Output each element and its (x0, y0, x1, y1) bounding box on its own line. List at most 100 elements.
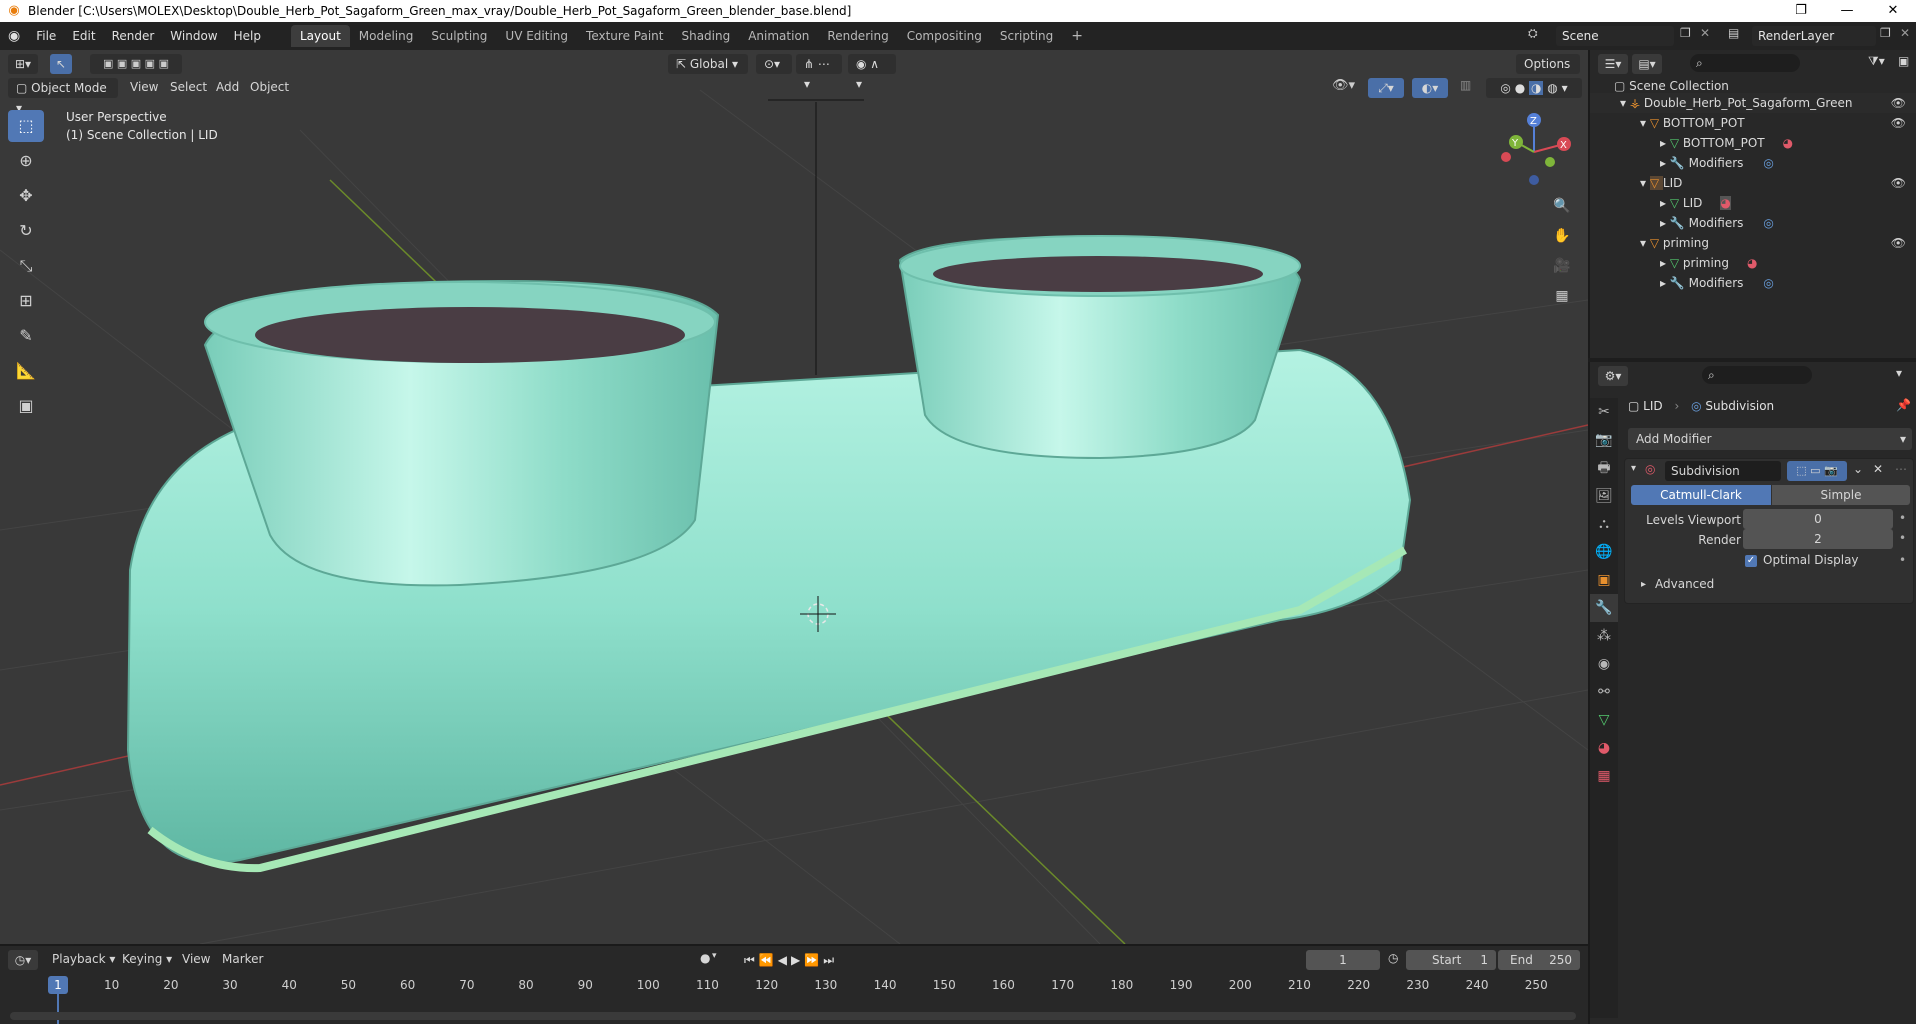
timeline-menu-playback[interactable]: Playback ▾ (52, 952, 115, 966)
simple-button[interactable]: Simple (1772, 485, 1910, 505)
add-workspace-button[interactable]: + (1062, 25, 1092, 47)
add-modifier-dropdown[interactable]: Add Modifier ▾ (1628, 428, 1912, 450)
outliner-item-lid-mesh[interactable]: ▸ ▽ LID ◕ (1590, 193, 1916, 213)
chevron-down-icon[interactable]: ⌄ (1853, 462, 1863, 476)
keyframe-dot-icon[interactable]: • (1899, 531, 1906, 545)
outliner-item-lid[interactable]: ▾ ▽ LID 👁 (1590, 173, 1916, 193)
new-layer-icon[interactable]: ❐ (1880, 26, 1891, 40)
timeline-editor-icon[interactable]: ◷▾ (8, 950, 38, 970)
move-tool-icon[interactable]: ✥ (8, 180, 44, 212)
measure-tool-icon[interactable]: 📐 (8, 355, 44, 387)
outliner-item-bottom-pot-mesh[interactable]: ▸ ▽ BOTTOM_POT ◕ (1590, 133, 1916, 153)
subdivision-icon[interactable]: ◎ (1763, 156, 1773, 170)
selection-mode-icons[interactable]: ▣ ▣ ▣ ▣ ▣ (90, 54, 182, 74)
timeline-menu-marker[interactable]: Marker (222, 952, 263, 966)
scale-tool-icon[interactable]: ⤡ (8, 250, 44, 282)
current-frame-field[interactable]: 1 (1306, 950, 1380, 970)
modifier-name-input[interactable]: Subdivision (1665, 461, 1781, 481)
frame-marker[interactable]: 1 (48, 976, 68, 994)
eye-icon[interactable]: 👁 (1891, 93, 1906, 113)
3d-viewport[interactable]: ⊞▾ ↖ ▣ ▣ ▣ ▣ ▣ ⇱ Global ▾ ⊙▾ ⋔ ⋯▾ ◉ ∧ ▾ … (0, 50, 1588, 944)
overlay-toggle-icon[interactable]: ◐▾ (1412, 78, 1448, 98)
next-key-icon[interactable]: ⏩ (804, 953, 823, 967)
start-frame-field[interactable]: Start 1 (1406, 950, 1496, 970)
timeline-menu-view[interactable]: View (182, 952, 210, 966)
viewport-menu-view[interactable]: View (130, 80, 158, 94)
outliner-editor-icon[interactable]: ☰▾ (1598, 54, 1628, 74)
subdivision-icon[interactable]: ◎ (1763, 276, 1773, 290)
drag-handle-icon[interactable]: ⋯ (1895, 462, 1907, 476)
render-layer-field[interactable]: RenderLayer (1752, 26, 1876, 46)
record-icon[interactable]: ● (700, 951, 710, 965)
menu-window[interactable]: Window (162, 22, 225, 50)
outliner-item-priming[interactable]: ▾ ▽ priming 👁 (1590, 233, 1916, 253)
tab-modeling[interactable]: Modeling (350, 25, 423, 47)
eye-icon[interactable]: 👁 (1891, 173, 1906, 193)
tab-animation[interactable]: Animation (739, 25, 818, 47)
outliner-item-modifiers[interactable]: ▸ 🔧 Modifiers ◎ (1590, 213, 1916, 233)
chevron-down-icon[interactable]: ▾ (712, 951, 717, 961)
maximize-button[interactable]: ❐ (1778, 0, 1824, 22)
advanced-section[interactable]: Advanced (1655, 577, 1714, 591)
viewport-menu-object[interactable]: Object (250, 80, 289, 94)
xray-icon[interactable]: ▥ (1460, 78, 1471, 92)
render-levels-field[interactable]: 2 (1743, 529, 1893, 549)
material-icon[interactable]: ◕ (1783, 136, 1793, 150)
menu-edit[interactable]: Edit (64, 22, 103, 50)
options-dropdown[interactable]: Options ▾ (1516, 54, 1580, 91)
scene-field[interactable]: Scene (1556, 26, 1674, 46)
constraints-tab-icon[interactable]: ⚯ (1590, 678, 1618, 706)
play-reverse-icon[interactable]: ◀ (778, 953, 791, 967)
gizmo-toggle-icon[interactable]: ⤢▾ (1368, 78, 1404, 98)
play-icon[interactable]: ▶ (791, 953, 804, 967)
outliner-item-collection[interactable]: ▾ ⚶ Double_Herb_Pot_Sagaform_Green 👁 (1590, 93, 1916, 113)
filter-icon[interactable]: ⧩▾ (1868, 54, 1885, 69)
rotate-tool-icon[interactable]: ↻ (8, 215, 44, 247)
menu-file[interactable]: File (28, 22, 64, 50)
subdivision-icon[interactable]: ◎ (1763, 216, 1773, 230)
render-tab-icon[interactable]: 📷 (1590, 426, 1618, 454)
display-mode-icon[interactable]: ▤▾ (1632, 54, 1662, 74)
keyframe-dot-icon[interactable]: • (1899, 511, 1906, 525)
proportional-edit-icon[interactable]: ◉ ∧ ▾ (848, 54, 896, 91)
timeline-scrollbar[interactable] (10, 1012, 1576, 1020)
optimal-display-checkbox[interactable]: ✓ (1745, 555, 1757, 567)
material-icon[interactable]: ◕ (1747, 256, 1757, 270)
outliner-search-input[interactable]: ⌕ (1690, 54, 1800, 72)
chevron-down-icon[interactable]: ▾ (1896, 366, 1902, 380)
world-tab-icon[interactable]: 🌐 (1590, 538, 1618, 566)
outliner-item-priming-mesh[interactable]: ▸ ▽ priming ◕ (1590, 253, 1916, 273)
navigation-gizmo[interactable]: Z X Y (1494, 112, 1574, 192)
particles-tab-icon[interactable]: ⁂ (1590, 622, 1618, 650)
zoom-icon[interactable]: 🔍 (1548, 192, 1576, 220)
viewport-menu-select[interactable]: Select (170, 80, 207, 94)
output-tab-icon[interactable]: 🖶 (1590, 454, 1618, 482)
scene-tab-icon[interactable]: ⛬ (1590, 510, 1618, 538)
eye-icon[interactable]: 👁 (1891, 233, 1906, 253)
tab-texture-paint[interactable]: Texture Paint (577, 25, 672, 47)
menu-render[interactable]: Render (104, 22, 163, 50)
prev-key-icon[interactable]: ⏪ (759, 953, 778, 967)
grid-view-icon[interactable]: ▦ (1548, 282, 1576, 310)
timeline-menu-keying[interactable]: Keying ▾ (122, 952, 172, 966)
close-button[interactable]: ✕ (1870, 0, 1916, 22)
transform-orientation-dropdown[interactable]: ⇱ Global ▾ (668, 54, 748, 74)
tab-scripting[interactable]: Scripting (991, 25, 1062, 47)
delete-layer-icon[interactable]: ✕ (1900, 26, 1910, 40)
cursor-tool-icon[interactable]: ⊕ (8, 145, 44, 177)
view-layer-tab-icon[interactable]: 🖼 (1590, 482, 1618, 510)
levels-viewport-field[interactable]: 0 (1743, 509, 1893, 529)
collapse-arrow-icon[interactable]: ▸ (1641, 579, 1646, 590)
properties-editor-icon[interactable]: ⚙▾ (1598, 366, 1628, 386)
end-frame-field[interactable]: End 250 (1498, 950, 1580, 970)
material-icon[interactable]: ◕ (1720, 196, 1731, 210)
tab-layout[interactable]: Layout (290, 25, 350, 47)
visibility-icon[interactable]: 👁▾ (1332, 78, 1355, 93)
new-scene-icon[interactable]: ❐ (1680, 26, 1691, 40)
eye-icon[interactable]: 👁 (1891, 113, 1906, 133)
pin-icon[interactable]: 📌 (1896, 398, 1911, 412)
delete-scene-icon[interactable]: ✕ (1700, 26, 1710, 40)
jump-end-icon[interactable]: ⏭ (823, 953, 838, 967)
object-tab-icon[interactable]: ▣ (1590, 566, 1618, 594)
modifier-visibility-icons[interactable]: ⬚ ▭ 📷 (1787, 461, 1847, 481)
